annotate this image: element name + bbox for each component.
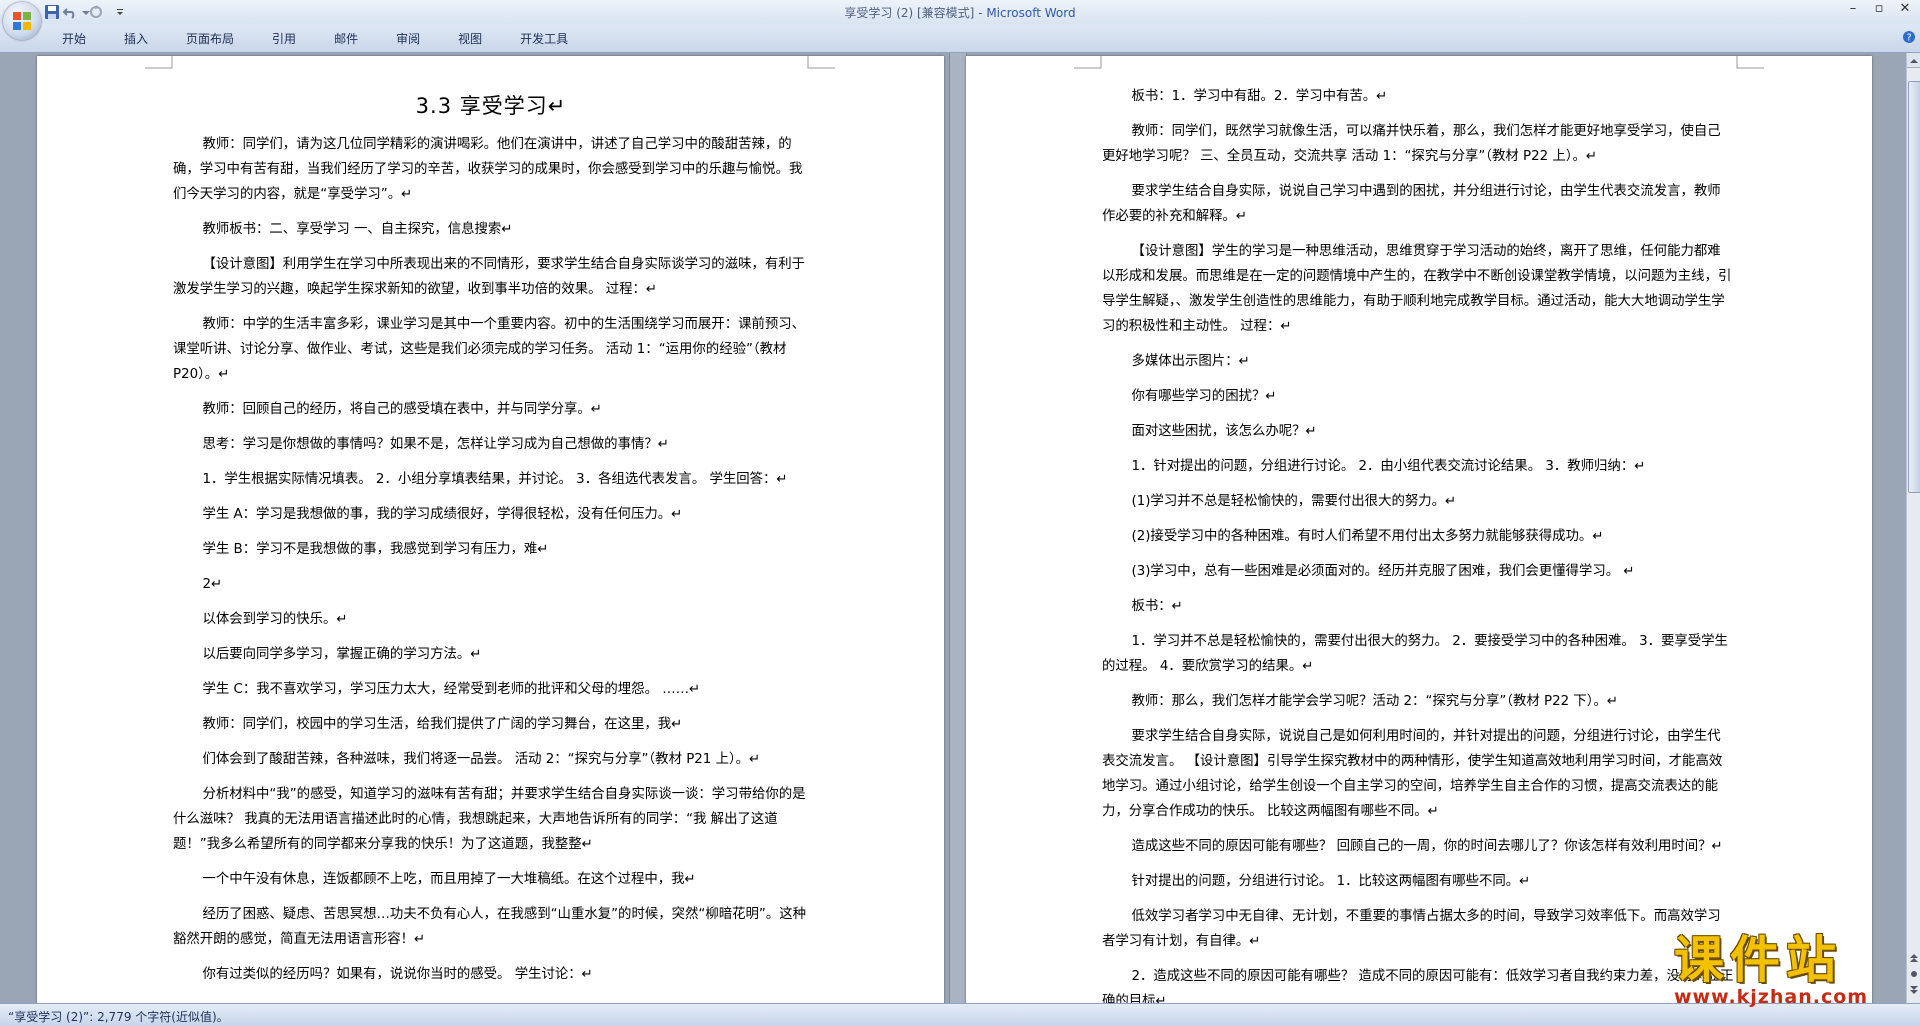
document-heading: 3.3 享受学习↵ bbox=[415, 94, 567, 118]
paragraph: 你有过类似的经历吗？如果有，说说你当时的感受。 学生讨论：↵ bbox=[202, 967, 593, 982]
site-watermark-logo: 课件站 www.kjzhan.com bbox=[1660, 920, 1920, 1020]
paragraph: 低效学习者学习中无自律、无计划，不重要的事情占据太多的时间，导致学习效率低下。而… bbox=[1102, 909, 1721, 949]
paragraph: 教师板书：二、享受学习 一、自主探究，信息搜索↵ bbox=[202, 222, 513, 237]
tab-references[interactable]: 引用 bbox=[260, 30, 310, 47]
scroll-up-button[interactable] bbox=[1907, 53, 1920, 68]
paragraph: 教师：中学的生活丰富多彩，课业学习是其中一个重要内容。初中的生活围绕学习而展开：… bbox=[173, 317, 806, 382]
watermark-title: 课件站 bbox=[1674, 931, 1842, 989]
paragraph: 1．学生根据实际情况填表。 2．小组分享填表结果，并讨论。 3．各组选代表发言。… bbox=[202, 472, 788, 487]
chevron-up-icon bbox=[1910, 59, 1918, 63]
paragraph: 们体会到了酸甜苦辣，各种滋味，我们将逐一品尝。 活动 2：“探究与分享”（教材 … bbox=[202, 752, 761, 767]
paragraph: 以体会到学习的快乐。↵ bbox=[202, 612, 348, 627]
paragraph: 一个中午没有休息，连饭都顾不上吃，而且用掉了一大堆稿纸。在这个过程中，我↵ bbox=[202, 872, 696, 887]
paragraph: 2．造成这些不同的原因可能有哪些？ 造成不同的原因可能有：低效学习者自我约束力差… bbox=[1102, 969, 1734, 1003]
help-icon[interactable]: ? bbox=[1902, 30, 1916, 44]
ribbon-tab-bar: 开始 插入 页面布局 引用 邮件 审阅 视图 开发工具 ? bbox=[0, 24, 1920, 53]
maximize-button[interactable]: ▫ bbox=[1866, 0, 1892, 18]
paragraph: (3)学习中，总有一些困难是必须面对的。经历并克服了困难，我们会更懂得学习。 ↵ bbox=[1131, 564, 1635, 579]
margin-corner-mark bbox=[807, 56, 835, 69]
tab-home[interactable]: 开始 bbox=[50, 30, 100, 47]
status-bar: “享受学习 (2)”: 2,779 个字符(近似值)。 bbox=[0, 1003, 1920, 1026]
document-title: 享受学习 (2) [兼容模式] - bbox=[844, 6, 987, 20]
margin-corner-mark bbox=[145, 56, 173, 69]
page-split-divider bbox=[949, 53, 967, 1003]
tab-view[interactable]: 视图 bbox=[446, 30, 496, 47]
document-page-left[interactable]: 3.3 享受学习↵ 教师：同学们，请为这几位同学精彩的演讲喝彩。他们在演讲中，讲… bbox=[37, 56, 944, 1003]
paragraph: (1)学习并不总是轻松愉快的，需要付出很大的努力。↵ bbox=[1131, 494, 1457, 509]
paragraph: 教师：那么，我们怎样才能学会学习呢？活动 2：“探究与分享”（教材 P22 下）… bbox=[1131, 694, 1619, 709]
watermark-url: www.kjzhan.com bbox=[1674, 986, 1869, 1008]
tab-mailings[interactable]: 邮件 bbox=[322, 30, 372, 47]
status-character-count: “享受学习 (2)”: 2,779 个字符(近似值)。 bbox=[8, 1010, 229, 1024]
customize-qat-icon[interactable] bbox=[112, 4, 128, 20]
page-content: 板书：1．学习中有甜。2．学习中有苦。↵ 教师：同学们，既然学习就像生活，可以痛… bbox=[1102, 84, 1734, 1003]
paragraph: 教师：同学们，请为这几位同学精彩的演讲喝彩。他们在演讲中，讲述了自己学习中的酸甜… bbox=[173, 137, 803, 202]
window-title: 享受学习 (2) [兼容模式] - Microsoft Word bbox=[0, 4, 1920, 21]
paragraph: 1．针对提出的问题，分组进行讨论。 2．由小组代表交流讨论结果。 3．教师归纳：… bbox=[1131, 459, 1646, 474]
undo-icon[interactable] bbox=[62, 4, 78, 20]
title-bar: 享受学习 (2) [兼容模式] - Microsoft Word – ▫ ✕ bbox=[0, 0, 1920, 24]
tab-insert[interactable]: 插入 bbox=[112, 30, 162, 47]
tab-developer[interactable]: 开发工具 bbox=[508, 30, 582, 47]
tab-page-layout[interactable]: 页面布局 bbox=[174, 30, 248, 47]
paragraph: 【设计意图】学生的学习是一种思维活动，思维贯穿于学习活动的始终，离开了思维，任何… bbox=[1102, 244, 1732, 334]
paragraph: 板书：1．学习中有甜。2．学习中有苦。↵ bbox=[1131, 89, 1388, 104]
document-page-right[interactable]: 板书：1．学习中有甜。2．学习中有苦。↵ 教师：同学们，既然学习就像生活，可以痛… bbox=[966, 56, 1872, 1003]
save-icon[interactable] bbox=[44, 4, 60, 20]
paragraph: 学生 C：我不喜欢学习，学习压力太大，经常受到老师的批评和父母的埋怨。 ……↵ bbox=[202, 682, 701, 697]
paragraph: 面对这些困扰，该怎么办呢？↵ bbox=[1131, 424, 1317, 439]
app-name: Microsoft Word bbox=[986, 6, 1076, 20]
minimize-button[interactable]: – bbox=[1840, 0, 1866, 18]
vertical-scrollbar[interactable] bbox=[1906, 53, 1920, 1003]
close-button[interactable]: ✕ bbox=[1892, 0, 1918, 18]
ribbon-tabs: 开始 插入 页面布局 引用 邮件 审阅 视图 开发工具 bbox=[50, 30, 594, 47]
paragraph: 要求学生结合自身实际，说说自己是如何利用时间的，并针对提出的问题，分组进行讨论，… bbox=[1102, 729, 1723, 819]
paragraph: 针对提出的问题，分组进行讨论。 1．比较这两幅图有哪些不同。↵ bbox=[1131, 874, 1531, 889]
tab-review[interactable]: 审阅 bbox=[384, 30, 434, 47]
paragraph: 教师：同学们，校园中的学习生活，给我们提供了广阔的学习舞台，在这里，我↵ bbox=[202, 717, 683, 732]
paragraph: 1．学习并不总是轻松愉快的，需要付出很大的努力。 2．要接受学习中的各种困难。 … bbox=[1102, 634, 1728, 674]
page-content: 3.3 享受学习↵ 教师：同学们，请为这几位同学精彩的演讲喝彩。他们在演讲中，讲… bbox=[173, 84, 809, 997]
paragraph: 经历了困惑、疑虑、苦思冥想…功夫不负有心人，在我感到“山重水复”的时候，突然“柳… bbox=[173, 907, 807, 947]
paragraph: 你有哪些学习的困扰？↵ bbox=[1131, 389, 1277, 404]
paragraph: 学生 B：学习不是我想做的事，我感觉到学习有压力，难↵ bbox=[202, 542, 549, 557]
svg-text:?: ? bbox=[1906, 33, 1911, 44]
paragraph: 多媒体出示图片：↵ bbox=[1131, 354, 1250, 369]
margin-corner-mark bbox=[1736, 56, 1764, 69]
paragraph: 分析材料中“我”的感受，知道学习的滋味有苦有甜；并要求学生结合自身实际谈一谈：学… bbox=[173, 787, 806, 852]
paragraph: 教师：同学们，既然学习就像生活，可以痛并快乐着，那么，我们怎样才能更好地享受学习… bbox=[1102, 124, 1721, 164]
paragraph: 学生 A：学习是我想做的事，我的学习成绩很好，学得很轻松，没有任何压力。↵ bbox=[202, 507, 683, 522]
scrollbar-thumb[interactable] bbox=[1908, 81, 1920, 493]
paragraph: 【设计意图】利用学生在学习中所表现出来的不同情形，要求学生结合自身实际谈学习的滋… bbox=[173, 257, 806, 297]
margin-corner-mark bbox=[1074, 56, 1102, 69]
paragraph: 以后要向同学多学习，掌握正确的学习方法。↵ bbox=[202, 647, 482, 662]
paragraph: (2)接受学习中的各种困难。有时人们希望不用付出太多努力就能够获得成功。↵ bbox=[1131, 529, 1604, 544]
paragraph: 教师：回顾自己的经历，将自己的感受填在表中，并与同学分享。↵ bbox=[202, 402, 603, 417]
paragraph: 造成这些不同的原因可能有哪些？ 回顾自己的一周，你的时间去哪儿了？你该怎样有效利… bbox=[1131, 839, 1723, 854]
paragraph: 2↵ bbox=[202, 577, 223, 592]
redo-icon[interactable] bbox=[88, 4, 104, 20]
paragraph: 思考：学习是你想做的事情吗？如果不是，怎样让学习成为自己想做的事情？↵ bbox=[202, 437, 669, 452]
office-button-icon bbox=[13, 12, 31, 30]
office-button[interactable] bbox=[3, 2, 41, 40]
document-area[interactable]: 3.3 享受学习↵ 教师：同学们，请为这几位同学精彩的演讲喝彩。他们在演讲中，讲… bbox=[0, 53, 1906, 1003]
paragraph: 要求学生结合自身实际，说说自己学习中遇到的困扰，并分组进行讨论，由学生代表交流发… bbox=[1102, 184, 1721, 224]
paragraph: 板书：↵ bbox=[1131, 599, 1183, 614]
